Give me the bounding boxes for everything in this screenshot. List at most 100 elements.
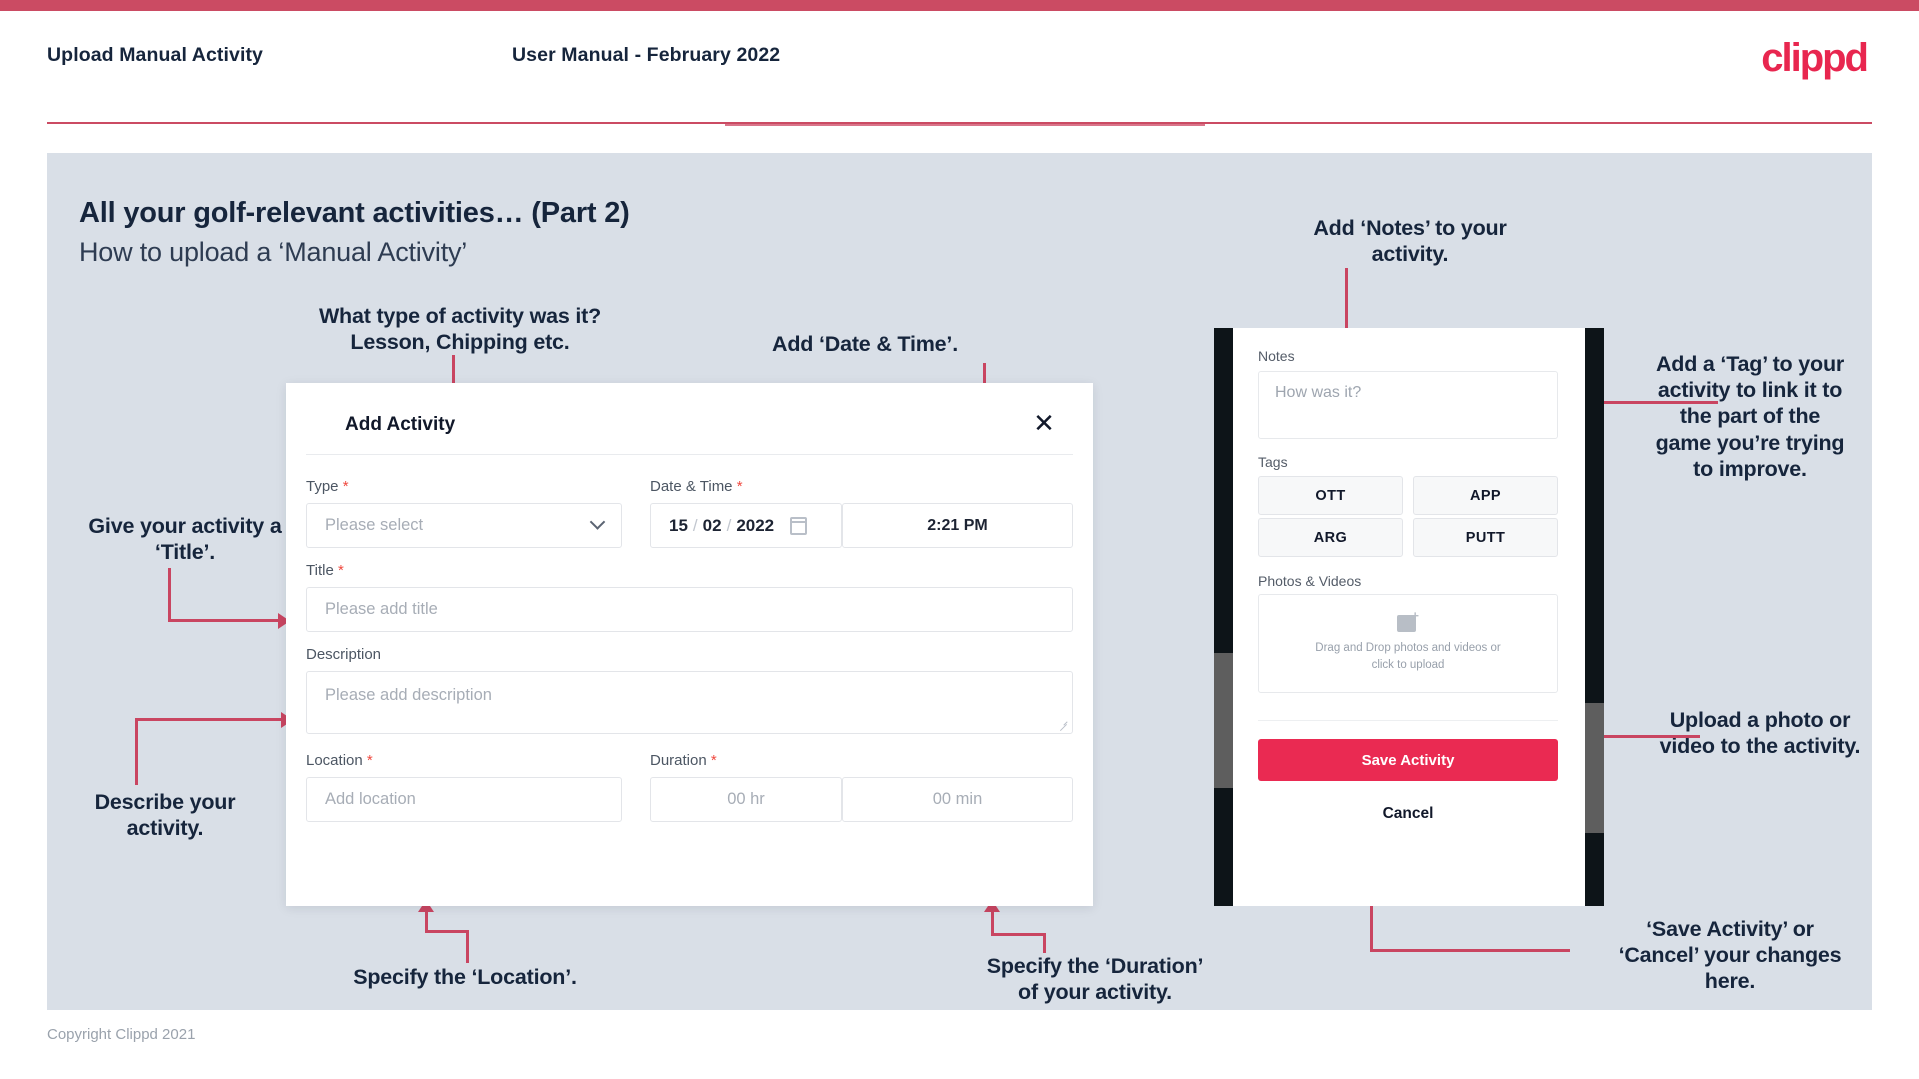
notes-label: Notes bbox=[1258, 348, 1295, 364]
location-label-text: Location bbox=[306, 752, 363, 769]
date-sep-2: / bbox=[726, 516, 732, 535]
annotation-tags: Add a ‘Tag’ to your activity to link it … bbox=[1655, 352, 1845, 481]
type-label-text: Type bbox=[306, 478, 339, 495]
type-select[interactable]: Please select bbox=[306, 503, 622, 548]
description-label: Description bbox=[306, 646, 381, 663]
chevron-down-icon bbox=[589, 513, 606, 530]
description-textarea[interactable]: Please add description bbox=[306, 671, 1073, 734]
tag-arg-label: ARG bbox=[1313, 529, 1348, 546]
photo-dropzone[interactable]: + Drag and Drop photos and videos or cli… bbox=[1258, 594, 1558, 693]
tags-label: Tags bbox=[1258, 454, 1288, 470]
location-label: Location * bbox=[306, 752, 373, 769]
datetime-label: Date & Time * bbox=[650, 478, 743, 495]
close-icon[interactable]: ✕ bbox=[1027, 406, 1061, 440]
description-label-text: Description bbox=[306, 646, 382, 663]
tag-app[interactable]: APP bbox=[1413, 476, 1558, 515]
date-month: 02 bbox=[702, 516, 722, 535]
annotation-location: Specify the ‘Location’. bbox=[353, 965, 577, 989]
tag-ott[interactable]: OTT bbox=[1258, 476, 1403, 515]
calendar-icon[interactable] bbox=[790, 517, 808, 535]
slide-page: Upload Manual Activity User Manual - Feb… bbox=[0, 0, 1919, 1079]
duration-minutes-input[interactable]: 00 min bbox=[842, 777, 1073, 822]
leader-loc-h bbox=[425, 930, 469, 933]
duration-hours-value: 00 hr bbox=[727, 790, 765, 808]
leader-loc-v1 bbox=[425, 910, 428, 932]
dropzone-line-1: Drag and Drop photos and videos or bbox=[1315, 641, 1501, 654]
tag-ott-label: OTT bbox=[1315, 487, 1346, 504]
leader-tags-h1 bbox=[1598, 401, 1718, 404]
title-placeholder: Please add title bbox=[325, 600, 438, 618]
tag-putt-label: PUTT bbox=[1465, 529, 1506, 546]
date-day: 15 bbox=[669, 516, 688, 535]
phone-bezel-left bbox=[1214, 328, 1233, 906]
annotation-description: Describe your activity. bbox=[94, 790, 236, 841]
duration-minutes-value: 00 min bbox=[932, 790, 983, 808]
tag-app-label: APP bbox=[1469, 487, 1501, 504]
notes-placeholder: How was it? bbox=[1275, 384, 1362, 401]
phone-power-button bbox=[1585, 703, 1604, 833]
type-placeholder: Please select bbox=[325, 516, 424, 534]
time-value: 2:21 PM bbox=[927, 516, 988, 534]
leader-dur-v1 bbox=[991, 910, 994, 935]
phone-screen: Notes How was it? Tags OTT APP ARG PUTT … bbox=[1233, 328, 1585, 906]
leader-desc-h bbox=[135, 718, 283, 721]
phone-mockup: Notes How was it? Tags OTT APP ARG PUTT … bbox=[1214, 328, 1604, 906]
leader-loc-v2 bbox=[466, 930, 469, 963]
duration-required: * bbox=[710, 752, 717, 769]
slide-heading: All your golf-relevant activities… (Part… bbox=[79, 197, 630, 229]
type-label: Type * bbox=[306, 478, 349, 495]
title-label: Title * bbox=[306, 562, 344, 579]
add-activity-dialog: Add Activity ✕ Type * Please select Date… bbox=[286, 383, 1093, 906]
clippd-logo: clippd bbox=[1761, 36, 1869, 80]
dialog-title: Add Activity bbox=[345, 414, 456, 435]
annotation-save: ‘Save Activity’ or ‘Cancel’ your changes… bbox=[1618, 917, 1842, 994]
description-placeholder: Please add description bbox=[325, 686, 492, 704]
time-input[interactable]: 2:21 PM bbox=[842, 503, 1073, 548]
date-year: 2022 bbox=[736, 516, 775, 535]
tag-putt[interactable]: PUTT bbox=[1413, 518, 1558, 557]
title-input[interactable]: Please add title bbox=[306, 587, 1073, 632]
dropzone-line-2: click to upload bbox=[1371, 659, 1445, 671]
annotation-duration: Specify the ‘Duration’ of your activity. bbox=[986, 954, 1204, 1005]
annotation-datetime: Add ‘Date & Time’. bbox=[772, 332, 958, 356]
page-subtitle: User Manual - February 2022 bbox=[512, 44, 781, 66]
leader-dur-h bbox=[991, 933, 1046, 936]
phone-divider bbox=[1258, 720, 1558, 721]
annotation-photos: Upload a photo or video to the activity. bbox=[1659, 708, 1861, 759]
tag-arg[interactable]: ARG bbox=[1258, 518, 1403, 557]
leader-title-v bbox=[168, 568, 171, 621]
photos-label: Photos & Videos bbox=[1258, 573, 1362, 589]
date-input[interactable]: 15 / 02 / 2022 bbox=[650, 503, 842, 548]
duration-hours-input[interactable]: 00 hr bbox=[650, 777, 842, 822]
title-required: * bbox=[337, 562, 344, 579]
annotation-type: What type of activity was it? Lesson, Ch… bbox=[318, 304, 602, 355]
datetime-required: * bbox=[736, 478, 743, 495]
leader-save-h bbox=[1370, 949, 1570, 952]
location-placeholder: Add location bbox=[325, 790, 416, 808]
location-required: * bbox=[366, 752, 373, 769]
dialog-divider bbox=[306, 454, 1073, 455]
cancel-button[interactable]: Cancel bbox=[1258, 793, 1558, 835]
cancel-label: Cancel bbox=[1382, 805, 1434, 822]
notes-textarea[interactable]: How was it? bbox=[1258, 371, 1558, 439]
date-sep-1: / bbox=[692, 516, 698, 535]
title-label-text: Title bbox=[306, 562, 334, 579]
annotation-notes: Add ‘Notes’ to your activity. bbox=[1313, 216, 1507, 267]
slide-subheading: How to upload a ‘Manual Activity’ bbox=[79, 237, 468, 267]
leader-title-h bbox=[168, 619, 280, 622]
type-required: * bbox=[342, 478, 349, 495]
top-accent-bar bbox=[0, 0, 1919, 11]
image-add-icon: + bbox=[1397, 609, 1419, 632]
location-input[interactable]: Add location bbox=[306, 777, 622, 822]
copyright-text: Copyright Clippd 2021 bbox=[47, 1026, 196, 1043]
datetime-label-text: Date & Time bbox=[650, 478, 733, 495]
leader-desc-v bbox=[135, 718, 138, 785]
duration-label-text: Duration bbox=[650, 752, 707, 769]
duration-label: Duration * bbox=[650, 752, 717, 769]
resize-grip-icon[interactable] bbox=[1058, 720, 1068, 730]
save-activity-button[interactable]: Save Activity bbox=[1258, 739, 1558, 781]
phone-volume-button bbox=[1214, 653, 1233, 788]
page-title: Upload Manual Activity bbox=[47, 44, 264, 66]
header-divider-highlight bbox=[725, 124, 1205, 126]
leader-dur-v2 bbox=[1043, 933, 1046, 953]
